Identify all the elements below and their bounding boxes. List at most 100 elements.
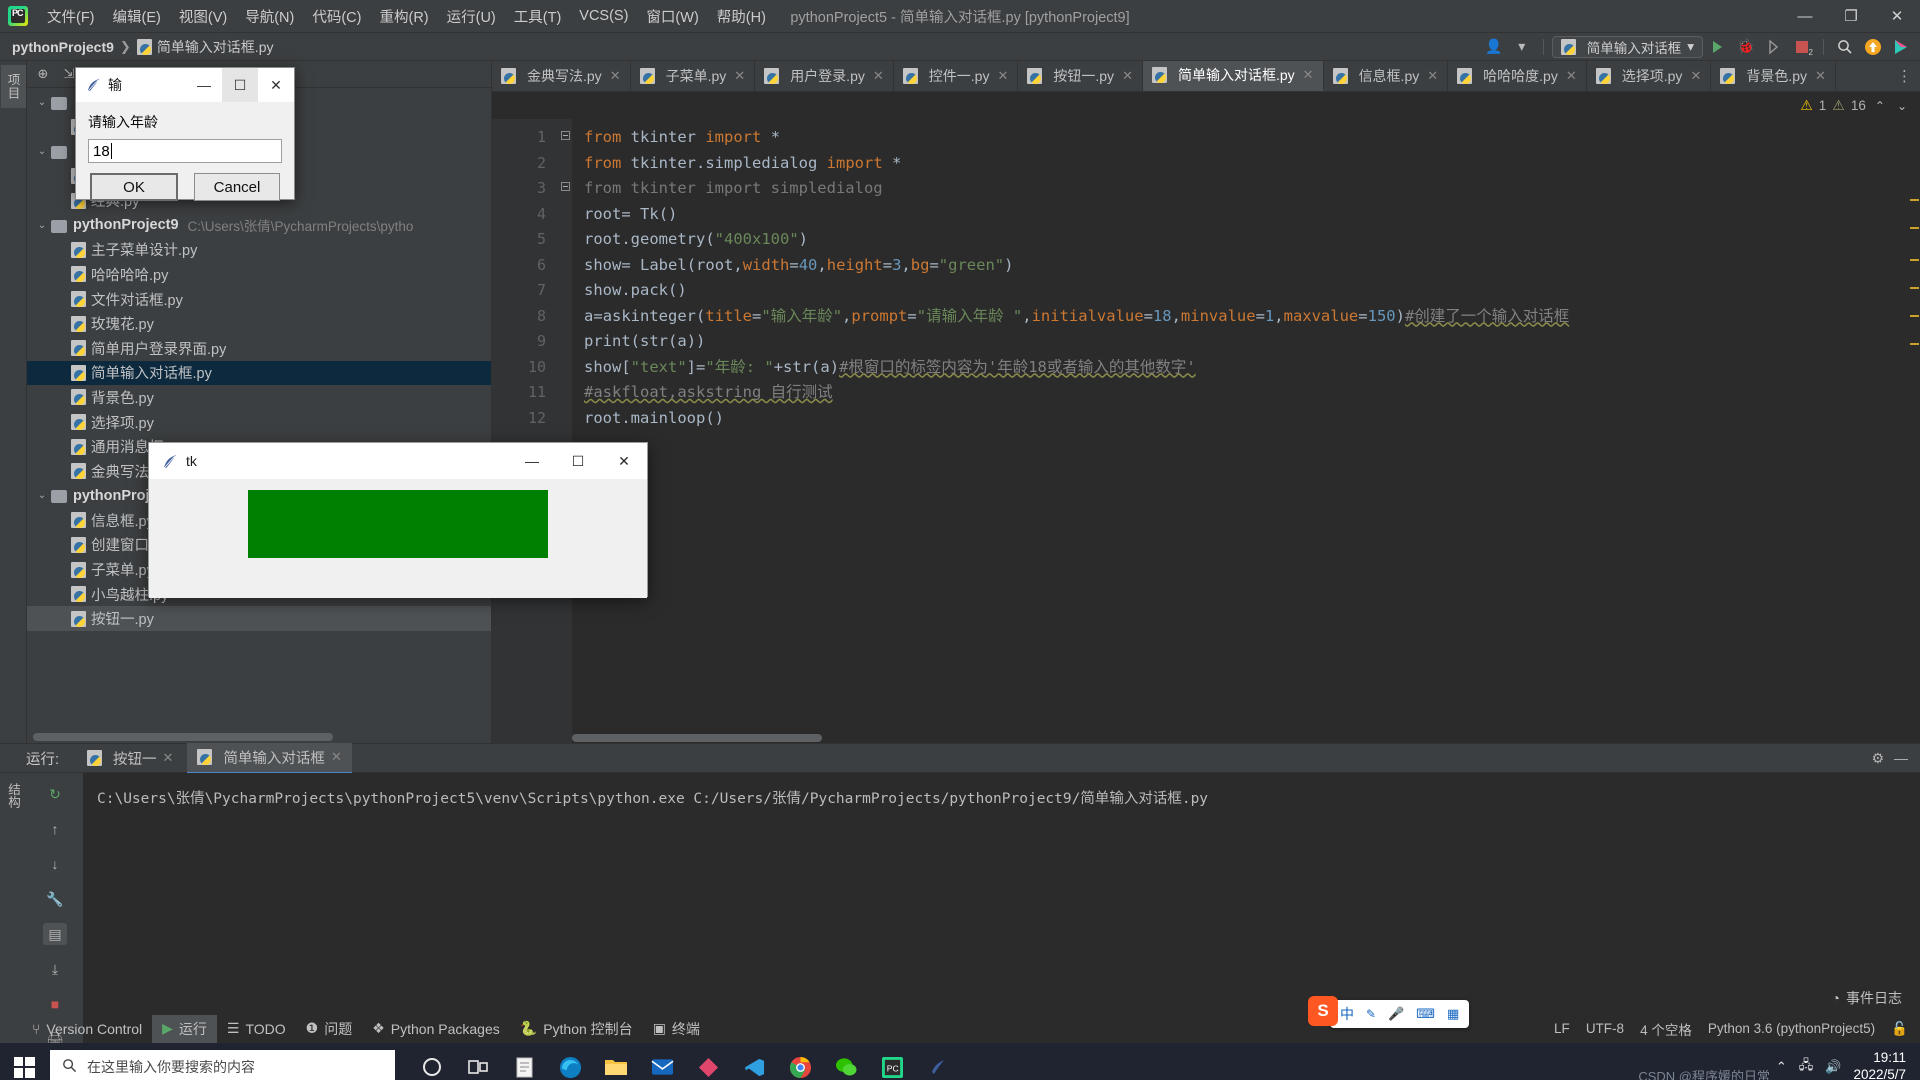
notepad-icon[interactable] [501, 1043, 547, 1080]
window-minimize-button[interactable]: — [1782, 0, 1828, 33]
code-line[interactable]: print(str(a)) [584, 329, 1920, 355]
menu-edit[interactable]: 编辑(E) [104, 1, 170, 32]
vscode-icon[interactable] [731, 1043, 777, 1080]
editor-tab[interactable]: 子菜单.py ✕ [631, 61, 756, 91]
update-icon[interactable] [1860, 36, 1886, 58]
menu-navigate[interactable]: 导航(N) [236, 1, 303, 32]
down-arrow-icon[interactable]: ↓ [43, 853, 67, 875]
tree-twisty-icon[interactable]: ⌄ [33, 146, 51, 157]
code-line[interactable]: root.mainloop() [584, 406, 1920, 432]
tree-twisty-icon[interactable]: ⌄ [33, 490, 51, 501]
code-line[interactable]: show["text"]="年龄: "+str(a)#根窗口的标签内容为'年龄1… [584, 355, 1920, 381]
editor-tab[interactable]: 哈哈哈度.py ✕ [1448, 61, 1587, 91]
menu-help[interactable]: 帮助(H) [708, 1, 775, 32]
wrench-icon[interactable]: 🔧 [43, 888, 67, 910]
code-folding-gutter[interactable] [558, 119, 572, 743]
statusbar-problems[interactable]: ❶ 问题 [296, 1015, 363, 1043]
project-tree-horizontal-scrollbar[interactable] [33, 733, 333, 741]
gem-icon[interactable] [685, 1043, 731, 1080]
statusbar-line-separator[interactable]: LF [1554, 1021, 1570, 1036]
window-maximize-button[interactable]: ❐ [1828, 0, 1874, 33]
tk-root-window[interactable]: tk — ☐ ✕ [148, 442, 648, 598]
tree-row[interactable]: 背景色.py [27, 385, 491, 410]
tk-dialog-cancel-button[interactable]: Cancel [194, 173, 280, 201]
code-line[interactable]: from tkinter import simpledialog [584, 176, 1920, 202]
menu-window[interactable]: 窗口(W) [637, 1, 707, 32]
menu-tools[interactable]: 工具(T) [505, 1, 571, 32]
stop-button[interactable]: 2 [1789, 36, 1815, 58]
tree-row[interactable]: 玫瑰花.py [27, 311, 491, 336]
taskbar-search-input[interactable]: 在这里输入你要搜索的内容 [50, 1050, 395, 1080]
tk-root-close-button[interactable]: ✕ [601, 443, 647, 479]
taskbar-clock[interactable]: 19:11 2022/5/7 [1853, 1050, 1910, 1080]
tk-dialog-close-button[interactable]: ✕ [258, 68, 294, 102]
wechat-icon[interactable] [823, 1043, 869, 1080]
code-line[interactable]: a=askinteger(title="输入年龄",prompt="请输入年龄 … [584, 304, 1920, 330]
statusbar-indent[interactable]: 4 个空格 [1640, 1019, 1692, 1039]
tree-row[interactable]: 选择项.py [27, 410, 491, 435]
statusbar-python-packages[interactable]: ❖ Python Packages [362, 1016, 510, 1041]
editor-tab-close-icon[interactable]: ✕ [1122, 68, 1133, 84]
tree-row[interactable]: ⌄ pythonProject9 C:\Users\张倩\PycharmProjec… [27, 213, 491, 238]
run-tab-dialog[interactable]: 简单输入对话框 ✕ [187, 742, 352, 774]
editor-tab[interactable]: 信息框.py ✕ [1324, 61, 1449, 91]
coverage-button[interactable] [1761, 36, 1787, 58]
code-line[interactable]: from tkinter import * [584, 125, 1920, 151]
menu-refactor[interactable]: 重构(R) [370, 1, 437, 32]
tk-root-maximize-button[interactable]: ☐ [555, 443, 601, 479]
edge-icon[interactable] [547, 1043, 593, 1080]
editor-tab-close-icon[interactable]: ✕ [734, 68, 745, 84]
run-hide-icon[interactable]: — [1894, 750, 1908, 767]
ide-features-icon[interactable] [1888, 36, 1914, 58]
tk-dialog-input[interactable]: 18 [88, 139, 282, 163]
run-tab-close-icon-1[interactable]: ✕ [163, 750, 174, 766]
code-content[interactable]: from tkinter import * from tkinter.simple… [572, 119, 1920, 743]
ime-chinese-icon[interactable]: 中 [1340, 1004, 1354, 1024]
run-button[interactable] [1705, 36, 1731, 58]
code-line[interactable]: show.pack() [584, 278, 1920, 304]
code-line[interactable]: root.geometry("400x100") [584, 227, 1920, 253]
tk-root-minimize-button[interactable]: — [509, 443, 555, 479]
code-line[interactable]: #askfloat,askstring 自行测试 [584, 380, 1920, 406]
chrome-icon[interactable] [777, 1043, 823, 1080]
menu-run[interactable]: 运行(U) [438, 1, 505, 32]
run-settings-gear-icon[interactable]: ⚙ [1871, 750, 1884, 767]
window-close-button[interactable]: ✕ [1874, 0, 1920, 33]
statusbar-version-control[interactable]: ⑂ Version Control [22, 1017, 152, 1041]
tk-root-titlebar[interactable]: tk — ☐ ✕ [149, 443, 647, 479]
menu-vcs[interactable]: VCS(S) [570, 3, 637, 29]
statusbar-python-console[interactable]: 🐍 Python 控制台 [510, 1015, 643, 1043]
cortana-icon[interactable] [409, 1043, 455, 1080]
editor-tab-close-icon[interactable]: ✕ [1690, 68, 1701, 84]
event-log-button[interactable]: ◔ 事件日志 [1832, 988, 1902, 1008]
editor-tab[interactable]: 金典写法.py ✕ [492, 61, 631, 91]
editor-horizontal-scrollbar[interactable] [572, 734, 822, 742]
editor-tab-close-icon[interactable]: ✕ [997, 68, 1008, 84]
tree-row[interactable]: 哈哈哈哈.py [27, 262, 491, 287]
ime-toolbar[interactable]: S 中 ✎ 🎤 ⌨ ▦ [1308, 996, 1470, 1028]
editor-tab[interactable]: 选择项.py ✕ [1587, 61, 1712, 91]
tk-dialog-ok-button[interactable]: OK [90, 173, 178, 201]
editor-tab-close-icon[interactable]: ✕ [1566, 68, 1577, 84]
task-view-icon[interactable] [455, 1043, 501, 1080]
code-line[interactable]: from tkinter.simpledialog import * [584, 151, 1920, 177]
add-icon[interactable]: ⊕ [31, 64, 55, 85]
tree-row[interactable]: 主子菜单设计.py [27, 238, 491, 263]
ime-keyboard-icon[interactable]: ⌨ [1416, 1006, 1435, 1022]
lock-icon[interactable]: 🔓 [1891, 1021, 1908, 1037]
editor-error-stripe[interactable] [1908, 119, 1920, 743]
menu-view[interactable]: 视图(V) [170, 1, 236, 32]
run-tab-button1[interactable]: 按钮一 ✕ [77, 744, 183, 773]
editor-tab[interactable]: 简单输入对话框.py ✕ [1142, 61, 1324, 91]
mail-icon[interactable] [639, 1043, 685, 1080]
ime-toolbox-icon[interactable]: ▦ [1447, 1006, 1459, 1022]
fold-marker-line3[interactable] [558, 176, 572, 202]
statusbar-todo[interactable]: ☰ TODO [217, 1016, 296, 1041]
run-tab-close-icon-2[interactable]: ✕ [331, 749, 342, 765]
tree-row[interactable]: 简单输入对话框.py [27, 360, 491, 386]
menu-code[interactable]: 代码(C) [303, 1, 370, 32]
tk-input-dialog[interactable]: 输 — ☐ ✕ 请输入年龄 18 OK Cancel [75, 67, 295, 201]
ime-punctuation-icon[interactable]: ✎ [1366, 1007, 1376, 1021]
tray-volume-icon[interactable]: 🔊 [1825, 1059, 1841, 1075]
editor-tab-close-icon[interactable]: ✕ [1815, 68, 1826, 84]
